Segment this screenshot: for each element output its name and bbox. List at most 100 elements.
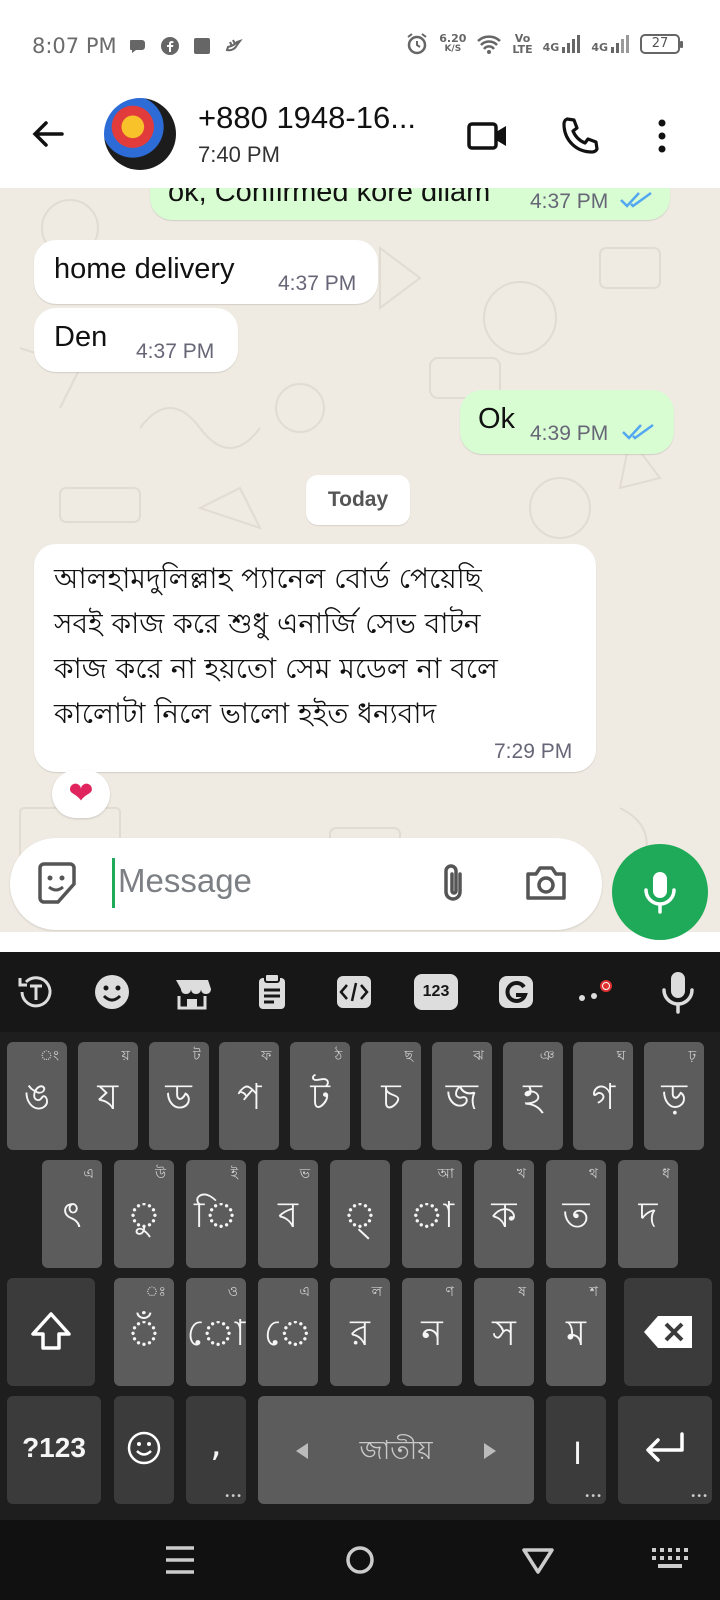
key-hint: উ — [155, 1166, 166, 1182]
key-char: ট — [310, 1077, 330, 1118]
key-hint: আ — [437, 1166, 454, 1182]
key-hint: ঘ — [616, 1048, 626, 1064]
key-char: ন — [421, 1313, 443, 1354]
key-3-row3[interactable]: ে এ — [258, 1278, 318, 1386]
recent-apps-icon[interactable] — [158, 1538, 202, 1582]
more-options-icon[interactable] — [640, 114, 684, 158]
grammar-icon[interactable] — [494, 970, 538, 1014]
message-line: কাজ করে না হয়তো সেম মডেল না বলে — [54, 652, 498, 685]
key-5-row1[interactable]: টঠ — [290, 1042, 351, 1150]
voice-call-icon[interactable] — [558, 114, 602, 158]
chat-area[interactable]: ok, Confirmed kore dilam 4:37 PM home de… — [0, 188, 720, 932]
message-time: 4:39 PM — [530, 422, 609, 445]
message-outgoing[interactable]: Ok 4:39 PM — [460, 390, 674, 454]
key-5-row2[interactable]: ্ — [330, 1160, 390, 1268]
last-seen: 7:40 PM — [198, 142, 280, 167]
signal-icon — [611, 35, 629, 53]
key-4-row2[interactable]: বভ — [258, 1160, 318, 1268]
key-7-row2[interactable]: কখ — [474, 1160, 534, 1268]
key-char: ু — [127, 1195, 161, 1236]
key-char: ্ — [343, 1195, 377, 1236]
key-char: স — [492, 1313, 516, 1354]
status-time: 8:07 PM — [32, 34, 117, 58]
key-1-row2[interactable]: ৎএ — [42, 1160, 102, 1268]
key-hint: ই — [230, 1166, 238, 1182]
voice-input-icon[interactable] — [656, 970, 700, 1014]
key-2-row2[interactable]: ু উ — [114, 1160, 174, 1268]
key-3-row2[interactable]: ি ই — [186, 1160, 246, 1268]
heart-reaction-icon[interactable]: ❤ — [52, 770, 110, 818]
message-text-multiline: আলহামদুলিল্লাহ প্যানেল বোর্ড পেয়েছি সবই… — [54, 556, 574, 736]
key-4-row1[interactable]: পফ — [219, 1042, 280, 1150]
key-2-row1[interactable]: য য় — [77, 1042, 138, 1150]
key-9-row1[interactable]: গঘ — [573, 1042, 634, 1150]
back-arrow-icon[interactable] — [28, 114, 68, 154]
enter-key[interactable]: ••• — [618, 1396, 712, 1504]
sticker-icon[interactable] — [34, 860, 80, 906]
message-incoming[interactable]: Den 4:37 PM — [34, 308, 238, 372]
home-icon[interactable] — [338, 1538, 382, 1582]
sim2-signal: 4G — [591, 35, 630, 53]
key-hint: ং — [39, 1048, 59, 1064]
text-caret — [112, 858, 115, 908]
key-hint: খ — [516, 1166, 526, 1182]
key-4-row3[interactable]: রল — [330, 1278, 390, 1386]
key-5-row3[interactable]: নণ — [402, 1278, 462, 1386]
key-7-row1[interactable]: জঝ — [431, 1042, 492, 1150]
emoji-icon[interactable] — [90, 970, 134, 1014]
comma-key[interactable]: , ••• — [186, 1396, 246, 1504]
key-char: ড — [165, 1077, 192, 1118]
message-composer[interactable]: Message — [10, 838, 602, 930]
key-8-row1[interactable]: হঞ — [502, 1042, 563, 1150]
message-input[interactable]: Message — [118, 862, 252, 900]
key-9-row2[interactable]: দধ — [618, 1160, 678, 1268]
key-2-row3[interactable]: ো ও — [186, 1278, 246, 1386]
emoji-key[interactable] — [114, 1396, 174, 1504]
key-6-row3[interactable]: সষ — [474, 1278, 534, 1386]
numbers-toggle[interactable]: 123 — [414, 974, 458, 1010]
symbols-key[interactable]: ?123 — [7, 1396, 101, 1504]
mic-button[interactable] — [612, 844, 708, 940]
translate-icon[interactable] — [14, 970, 58, 1014]
message-line: সবই কাজ করে শুধু এনার্জি সেভ বাটন — [54, 607, 481, 640]
message-outgoing[interactable]: ok, Confirmed kore dilam 4:37 PM — [150, 188, 670, 220]
key-1-row1[interactable]: ঙং — [7, 1042, 67, 1150]
key-char: ঁ — [127, 1313, 161, 1354]
keyboard-switch-icon[interactable] — [648, 1538, 692, 1582]
microphone-icon — [644, 872, 676, 914]
key-6-row1[interactable]: চছ — [361, 1042, 421, 1150]
camera-icon[interactable] — [522, 860, 570, 906]
key-3-row1[interactable]: ডট — [148, 1042, 209, 1150]
key-8-row2[interactable]: তথ — [546, 1160, 606, 1268]
key-1-row3[interactable]: ঁঃ — [114, 1278, 174, 1386]
volte-bottom: LTE — [512, 43, 533, 56]
clipboard-icon[interactable] — [250, 970, 294, 1014]
sim1-label: 4G — [542, 41, 560, 54]
danda-key[interactable]: । ••• — [546, 1396, 606, 1504]
key-char: ো — [186, 1313, 246, 1354]
key-6-row2[interactable]: া আ — [402, 1160, 462, 1268]
text-edit-icon[interactable] — [332, 970, 376, 1014]
attach-icon[interactable] — [430, 860, 476, 906]
backspace-key[interactable] — [624, 1278, 712, 1386]
key-char: া — [409, 1195, 455, 1236]
key-7-row3[interactable]: মশ — [546, 1278, 606, 1386]
video-call-icon[interactable] — [466, 114, 510, 158]
avatar[interactable] — [104, 98, 176, 170]
key-hint: ট — [192, 1048, 201, 1064]
key-10-row1[interactable]: ড় ঢ় — [644, 1042, 705, 1150]
status-bar: 8:07 PM 6.20 K/S Vo LTE 4G 4G 27 — [0, 0, 720, 92]
sim2-label: 4G — [591, 41, 608, 54]
store-icon[interactable] — [170, 970, 214, 1014]
key-char: জ — [445, 1077, 478, 1118]
shift-key[interactable] — [7, 1278, 95, 1386]
message-incoming[interactable]: home delivery 4:37 PM — [34, 240, 378, 304]
contact-name[interactable]: +880 1948-16... — [198, 100, 416, 136]
back-nav-icon[interactable] — [516, 1538, 560, 1582]
chat-header: +880 1948-16... 7:40 PM — [0, 92, 720, 188]
key-hint: ফ — [261, 1048, 272, 1064]
network-speed-unit: K/S — [444, 44, 462, 54]
space-bar[interactable]: জাতীয় — [258, 1396, 534, 1504]
more-tools-icon[interactable] — [574, 970, 618, 1014]
notification-icons — [128, 36, 244, 56]
